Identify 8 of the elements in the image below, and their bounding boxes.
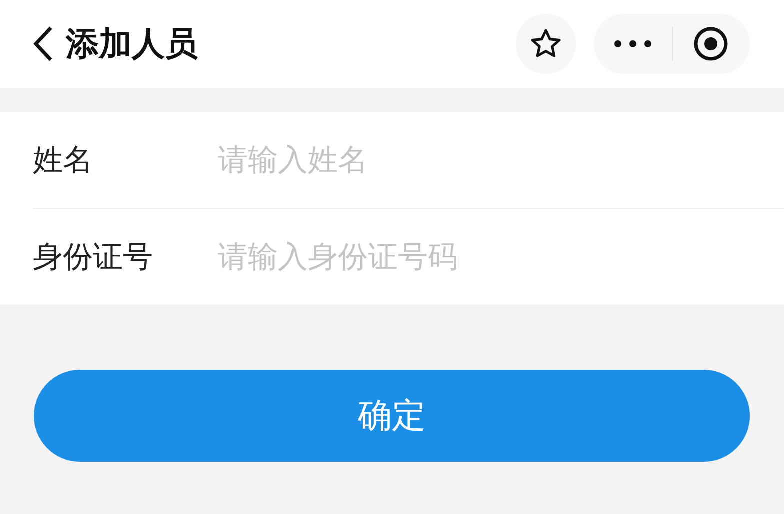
input-field[interactable]: 请输入姓名 (218, 130, 784, 190)
input-field[interactable]: 请输入身份证号码 (218, 227, 784, 287)
field-label: 身份证号 (33, 238, 154, 276)
page-title: 添加人员 (66, 22, 199, 64)
field-label: 姓名 (33, 142, 94, 180)
more-icon (612, 40, 653, 48)
confirm-button[interactable]: 确定 (34, 370, 750, 462)
target-icon (693, 26, 730, 62)
